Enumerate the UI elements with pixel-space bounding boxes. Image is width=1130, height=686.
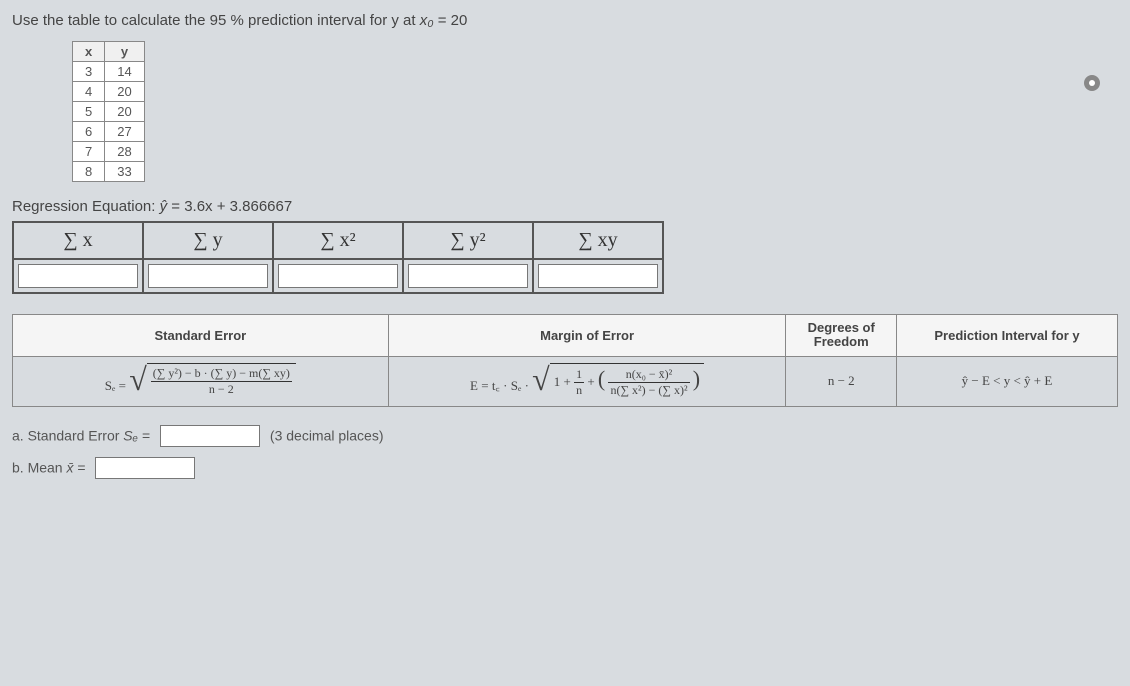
answer-a-symbol: Sₑ	[123, 428, 138, 444]
formula-standard-error: Sₑ = √ (∑ y²) − b · (∑ y) − m(∑ xy) n − …	[13, 356, 389, 407]
table-row: 314	[73, 62, 145, 82]
xy-data-table: x y 314 420 520 627 728 833	[72, 41, 145, 182]
table-row: 833	[73, 162, 145, 182]
table-row: 627	[73, 122, 145, 142]
help-icon[interactable]	[1084, 75, 1100, 91]
header-dof: Degrees of Freedom	[786, 315, 897, 357]
sum-x-input[interactable]	[18, 264, 138, 288]
question-variable: x₀	[420, 12, 434, 29]
standard-error-input[interactable]	[160, 425, 260, 447]
answer-a-hint: (3 decimal places)	[270, 428, 384, 444]
sum-header-y2: ∑ y²	[403, 222, 533, 259]
regression-formula: = 3.6x + 3.866667	[171, 198, 292, 215]
sum-x2-input[interactable]	[278, 264, 398, 288]
answer-b-label: b. Mean	[12, 460, 66, 476]
sum-header-y: ∑ y	[143, 222, 273, 259]
answer-a-label: a. Standard Error	[12, 428, 123, 444]
table-row: 420	[73, 82, 145, 102]
sum-header-x: ∑ x	[13, 222, 143, 259]
sum-xy-input[interactable]	[538, 264, 658, 288]
question-prefix: Use the table to calculate the 95 % pred…	[12, 12, 420, 29]
mean-x-input[interactable]	[95, 457, 195, 479]
header-prediction-interval: Prediction Interval for y	[896, 315, 1117, 357]
regression-yhat: ŷ	[160, 198, 168, 215]
answer-b-row: b. Mean x̄ =	[12, 457, 1118, 479]
sums-table: ∑ x ∑ y ∑ x² ∑ y² ∑ xy	[12, 221, 664, 294]
formula-table: Standard Error Margin of Error Degrees o…	[12, 314, 1118, 407]
header-standard-error: Standard Error	[13, 315, 389, 357]
formula-prediction-interval: ŷ − E < y < ŷ + E	[896, 356, 1117, 407]
question-text: Use the table to calculate the 95 % pred…	[12, 12, 1118, 29]
answer-a-equals: =	[142, 428, 150, 444]
answer-b-symbol: x̄	[66, 460, 73, 476]
sum-header-x2: ∑ x²	[273, 222, 403, 259]
answer-a-row: a. Standard Error Sₑ = (3 decimal places…	[12, 425, 1118, 447]
regression-label: Regression Equation:	[12, 198, 160, 215]
sum-y2-input[interactable]	[408, 264, 528, 288]
table-header-x: x	[73, 42, 105, 62]
answer-b-equals: =	[77, 460, 85, 476]
sum-y-input[interactable]	[148, 264, 268, 288]
formula-margin-error: E = t꜀ · Sₑ · √ 1 + 1 n + ( n(x₀ − x̄)² …	[388, 356, 786, 407]
regression-equation: Regression Equation: ŷ = 3.6x + 3.866667	[12, 198, 1118, 215]
sum-header-xy: ∑ xy	[533, 222, 663, 259]
question-value: = 20	[438, 12, 468, 29]
header-margin-error: Margin of Error	[388, 315, 786, 357]
table-row: 520	[73, 102, 145, 122]
table-row: 728	[73, 142, 145, 162]
formula-dof: n − 2	[786, 356, 897, 407]
table-header-y: y	[105, 42, 144, 62]
